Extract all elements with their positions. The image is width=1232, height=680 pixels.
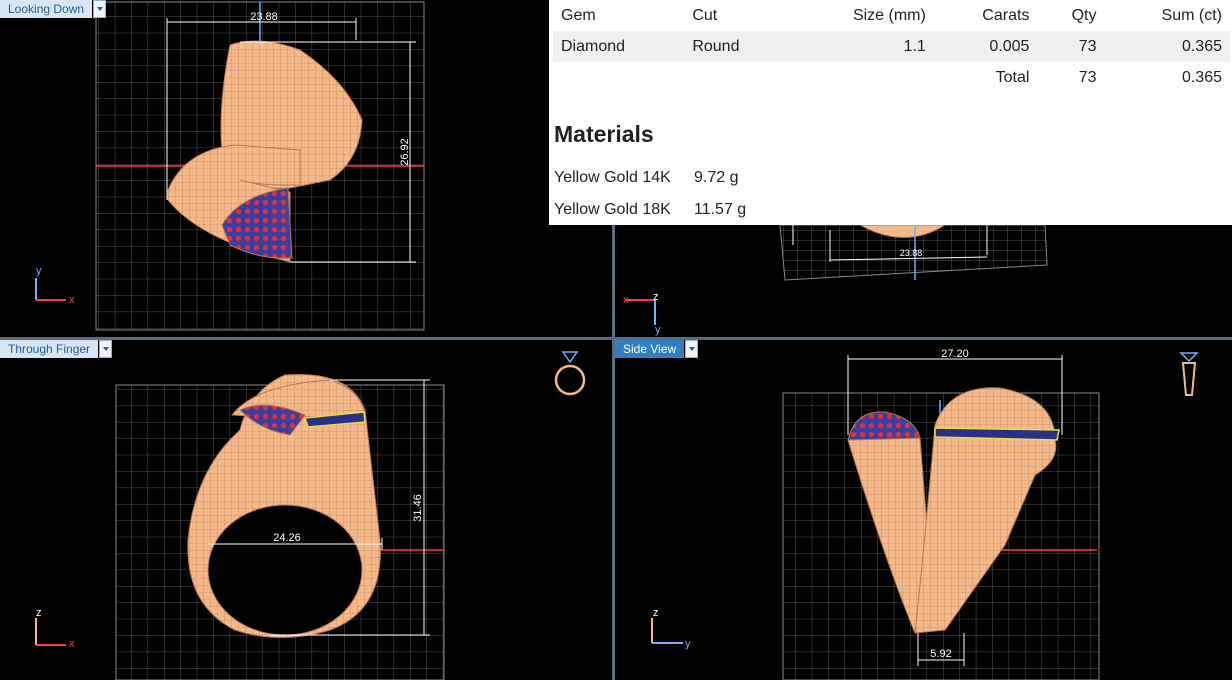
viewport-tab[interactable]: Looking Down: [0, 0, 107, 18]
viewport-tab-label[interactable]: Side View: [615, 340, 685, 358]
dimension-width: 23.88: [250, 11, 278, 23]
gem-table-header: Gem Cut Size (mm) Carats Qty Sum (ct): [553, 0, 1230, 31]
axis-label-z: z: [653, 607, 659, 619]
axis-label-x: x: [623, 294, 629, 306]
header-qty: Qty: [1071, 6, 1097, 24]
table-row: Diamond Round 1.1 0.005 73 0.365: [553, 31, 1230, 62]
viewport-looking-down[interactable]: Looking Down 23.88 26.92 y x: [0, 0, 612, 337]
header-gem: Gem: [561, 6, 596, 24]
gem-band-shape: [934, 427, 1060, 441]
total-row: Total 73 0.365: [553, 62, 1230, 93]
viewport-tab[interactable]: Through Finger: [0, 340, 113, 358]
header-sum: Sum (ct): [1161, 6, 1222, 24]
viewport-tab-label[interactable]: Through Finger: [0, 340, 99, 358]
materials-title: Materials: [554, 121, 654, 147]
viewport-canvas[interactable]: 27.20 5.92 z y: [615, 340, 1232, 680]
header-cut: Cut: [692, 6, 718, 24]
material-weight: 9.72 g: [694, 169, 739, 186]
total-label: Total: [995, 68, 1030, 86]
axis-label-y: y: [685, 638, 691, 650]
dimension-width: 23.88: [900, 248, 923, 258]
axis-label-x: x: [69, 294, 75, 306]
axis-label-z: z: [36, 607, 42, 619]
header-size: Size (mm): [852, 6, 926, 24]
dimension-height: 31.46: [412, 494, 424, 522]
cell-sum: 0.365: [1104, 31, 1230, 62]
dimension-width: 27.20: [941, 348, 969, 360]
material-weight: 11.57 g: [694, 201, 747, 218]
viewport-side-view[interactable]: Side View 27.20 5.92 z y: [615, 340, 1232, 680]
axis-label-x: x: [69, 638, 75, 650]
viewport-canvas[interactable]: 23.88 26.92 y x: [0, 0, 612, 337]
cell-gem: Diamond: [553, 31, 685, 62]
ring-icon[interactable]: [554, 351, 586, 396]
viewport-canvas[interactable]: 24.26 31.46 z x: [0, 340, 612, 680]
cell-size: 1.1: [787, 31, 934, 62]
axis-label-y: y: [655, 324, 661, 336]
gem-table: Gem Cut Size (mm) Carats Qty Sum (ct) Di…: [553, 0, 1230, 93]
axis-label-z: z: [653, 291, 659, 303]
chevron-down-icon[interactable]: [93, 0, 107, 18]
cell-cut: Round: [684, 31, 788, 62]
material-row: Yellow Gold 14K 9.72 g: [554, 169, 738, 187]
axis-label-y: y: [36, 265, 42, 277]
total-qty: 73: [1078, 68, 1097, 86]
viewport-tab[interactable]: Side View: [615, 340, 699, 358]
finger-hole-shape: [207, 504, 363, 636]
cell-carats: 0.005: [933, 31, 1038, 62]
cell-qty: 73: [1037, 31, 1105, 62]
dimension-height: 26.92: [399, 138, 411, 166]
dimension-inner: 24.26: [273, 532, 301, 544]
chevron-down-icon[interactable]: [99, 340, 113, 358]
header-carats: Carats: [982, 6, 1030, 24]
ring-side-icon[interactable]: [1179, 352, 1199, 396]
viewport-tab-label[interactable]: Looking Down: [0, 0, 93, 18]
report-panel: Gem Cut Size (mm) Carats Qty Sum (ct) Di…: [549, 0, 1232, 225]
total-sum: 0.365: [1181, 68, 1222, 86]
material-row: Yellow Gold 18K 11.57 g: [554, 201, 746, 219]
material-name: Yellow Gold 18K: [554, 201, 671, 218]
viewport-through-finger[interactable]: Through Finger 24.26 31.46 z x: [0, 340, 612, 680]
chevron-down-icon[interactable]: [685, 340, 699, 358]
material-name: Yellow Gold 14K: [554, 169, 671, 186]
dimension-bottom: 5.92: [930, 648, 951, 660]
